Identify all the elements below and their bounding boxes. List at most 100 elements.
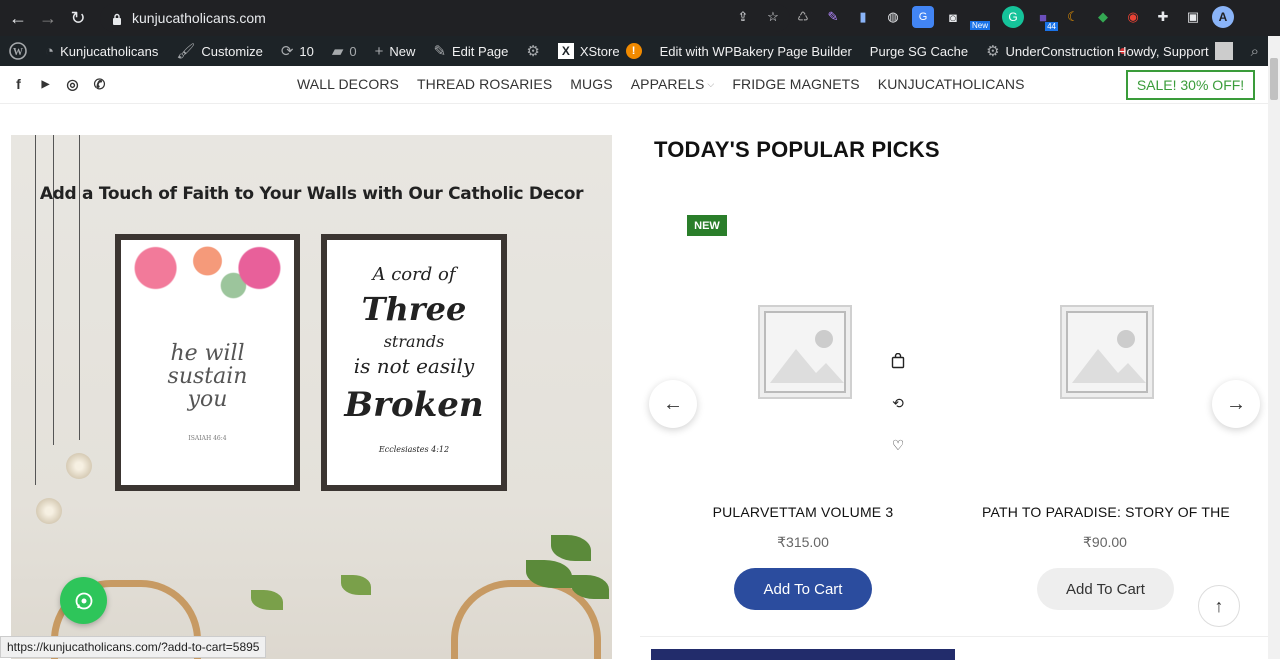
next-section-card [640, 636, 1268, 660]
facebook-icon[interactable]: f [10, 74, 27, 94]
wpbakery-menu[interactable]: Edit with WPBakery Page Builder [651, 36, 861, 66]
plus-icon: + [374, 42, 384, 60]
ext-new-badge: New [970, 21, 991, 30]
pendant-bulb [36, 498, 62, 524]
purge-cache-menu[interactable]: Purge SG Cache [861, 36, 977, 66]
plant-leaf [551, 535, 591, 561]
wp-admin-bar: W ◔ Kunjucatholicans 🖌 Customize ⟳ 10 ▰ … [0, 36, 1268, 66]
hero-banner-image[interactable]: Add a Touch of Faith to Your Walls with … [11, 135, 612, 659]
share-icon[interactable]: ⇪ [732, 6, 754, 28]
product-title[interactable]: PULARVETTAM VOLUME 3 [690, 504, 916, 520]
frame-right-line-b: Three [361, 290, 467, 328]
updates-menu[interactable]: ⟳ 10 [272, 36, 323, 66]
plant-leaf [341, 575, 371, 595]
nav-apparels-label: APPARELS [630, 76, 705, 92]
nav-fridge-magnets[interactable]: FRIDGE MAGNETS [723, 76, 868, 92]
floral-decoration [121, 240, 294, 310]
frame-right-reference: Ecclesiastes 4:12 [378, 445, 450, 454]
compare-icon[interactable]: ⟲ [888, 392, 908, 414]
frame-right-line-d: is not easily [353, 354, 475, 378]
site-name-menu[interactable]: ◔ Kunjucatholicans [36, 36, 167, 66]
youtube-icon[interactable]: ▶ [37, 74, 54, 94]
pendant-wire [79, 135, 80, 440]
side-panel-icon[interactable]: ▣ [1182, 6, 1204, 28]
nav-wall-decors[interactable]: WALL DECORS [288, 76, 408, 92]
product-title[interactable]: PATH TO PARADISE: STORY OF THE [980, 504, 1232, 520]
product-image-placeholder[interactable] [1060, 305, 1154, 399]
pendant-bulb [66, 453, 92, 479]
xstore-menu[interactable]: X XStore ! [549, 36, 651, 66]
extension-doc-icon[interactable]: ▮ [852, 6, 874, 28]
avatar [1214, 42, 1233, 60]
extension-puzzle-dark-icon[interactable]: ■ 44 [1032, 6, 1058, 31]
site-header: f ▶ ◎ ✆ WALL DECORS THREAD ROSARIES MUGS… [0, 66, 1268, 104]
updates-count: 10 [299, 43, 314, 59]
builder-icon: ⚙ [526, 43, 540, 60]
whatsapp-icon [75, 592, 92, 609]
instagram-icon[interactable]: ◎ [64, 74, 81, 94]
extension-recycle-icon[interactable]: ♺ [792, 6, 814, 28]
brush-icon: 🖌 [176, 43, 196, 60]
extension-new-icon[interactable]: New [970, 6, 994, 30]
customize-label: Customize [201, 43, 263, 59]
howdy-label: Howdy, Support [1117, 43, 1209, 59]
xstore-alert-badge: ! [625, 43, 642, 59]
image-placeholder-icon [1072, 330, 1146, 383]
customize-menu[interactable]: 🖌 Customize [167, 36, 271, 66]
extension-camera-icon[interactable]: ◙ [942, 6, 964, 28]
back-to-top-button[interactable]: ↑ [1198, 585, 1240, 627]
new-content-menu[interactable]: + New [366, 36, 425, 66]
ext-count-badge: 44 [1045, 22, 1058, 31]
admin-search[interactable]: ⌕ [1242, 36, 1268, 66]
edit-page-menu[interactable]: ✎ Edit Page [424, 36, 517, 66]
nav-kunjucatholicans[interactable]: KUNJUCATHOLICANS [869, 76, 1034, 92]
scrollbar-thumb[interactable] [1270, 58, 1278, 100]
frame-right-line-e: Broken [344, 385, 484, 425]
back-icon[interactable]: ← [3, 3, 33, 33]
address-bar[interactable]: kunjucatholicans.com [100, 4, 790, 32]
reload-icon[interactable]: ↻ [63, 3, 93, 33]
product-price: ₹315.00 [777, 534, 829, 550]
forward-icon[interactable]: → [33, 3, 63, 33]
wpbakery-label: Edit with WPBakery Page Builder [659, 43, 852, 59]
wp-logo-menu[interactable]: W [0, 36, 36, 66]
add-to-cart-button[interactable]: Add To Cart [734, 568, 872, 610]
comments-menu[interactable]: ▰ 0 [323, 36, 366, 66]
extension-feather-icon[interactable]: ✎ [822, 6, 844, 28]
profile-avatar[interactable]: A [1212, 6, 1234, 28]
nav-apparels[interactable]: APPARELS ⌵ [622, 76, 724, 92]
extension-color-icon[interactable]: ◉ [1122, 6, 1144, 28]
add-to-cart-button[interactable]: Add To Cart [1037, 568, 1174, 610]
chevron-down-icon: ⌵ [707, 78, 715, 89]
page-scrollbar[interactable] [1268, 36, 1280, 659]
nav-mugs[interactable]: MUGS [561, 76, 621, 92]
xstore-label: XStore [579, 43, 620, 59]
etheme-builder-menu[interactable]: ⚙ [517, 36, 548, 66]
bookmark-star-icon[interactable]: ☆ [762, 6, 784, 28]
site-name-label: Kunjucatholicans [60, 43, 159, 59]
cart-bag-icon[interactable] [888, 350, 908, 372]
whatsapp-small-icon[interactable]: ✆ [91, 74, 108, 94]
extension-moon-icon[interactable]: ☾ [1062, 6, 1084, 28]
pendant-wire [53, 135, 54, 445]
edit-page-label: Edit Page [452, 43, 509, 59]
sale-button[interactable]: SALE! 30% OFF! [1126, 70, 1255, 100]
frame-left-quote: he will sustain you [167, 341, 248, 413]
browser-toolbar: ← → ↻ kunjucatholicans.com ⇪ ☆ ♺ ✎ ▮ ◍ G… [0, 0, 1280, 36]
extension-translate-icon[interactable]: G [912, 6, 934, 28]
product-price: ₹90.00 [1083, 534, 1127, 550]
nav-thread-rosaries[interactable]: THREAD ROSARIES [408, 76, 561, 92]
url-text: kunjucatholicans.com [132, 10, 266, 26]
whatsapp-chat-button[interactable] [60, 577, 107, 624]
wishlist-heart-icon[interactable]: ♡ [888, 434, 908, 456]
product-image-placeholder[interactable] [758, 305, 852, 399]
main-navigation: WALL DECORS THREAD ROSARIES MUGS APPAREL… [288, 66, 1034, 102]
extension-grammarly-icon[interactable]: G [1002, 6, 1024, 28]
carousel-prev-button[interactable]: ← [649, 380, 697, 428]
extensions-puzzle-icon[interactable]: ✚ [1152, 6, 1174, 28]
banner-strip [651, 649, 955, 660]
extension-globe-icon[interactable]: ◍ [882, 6, 904, 28]
account-menu[interactable]: Howdy, Support [1108, 36, 1242, 66]
carousel-next-button[interactable]: → [1212, 380, 1260, 428]
extension-leaf-icon[interactable]: ◆ [1092, 6, 1114, 28]
